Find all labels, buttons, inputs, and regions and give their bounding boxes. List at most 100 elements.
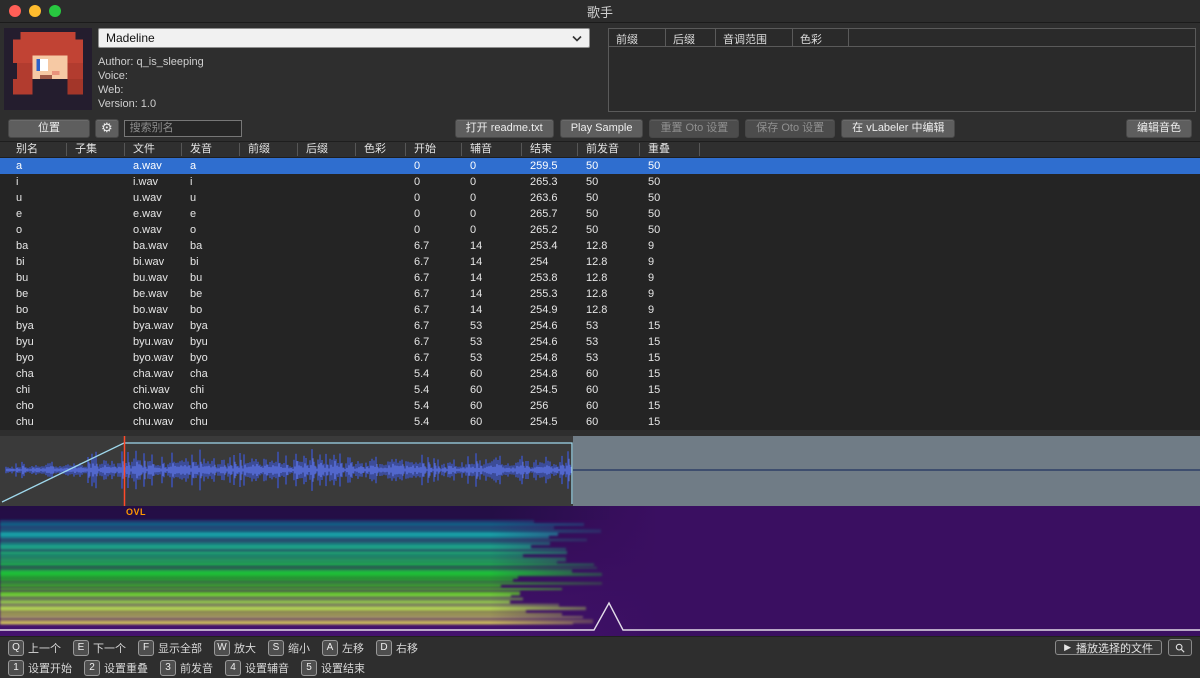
oto-cell: 53 — [586, 336, 599, 348]
oto-cell: 9 — [648, 288, 655, 300]
play-sample-button[interactable]: Play Sample — [559, 118, 644, 138]
window-title: 歌手 — [586, 4, 613, 20]
play-selected-file-label: 播放选择的文件 — [1076, 642, 1153, 655]
oto-column-header-filler — [700, 143, 1200, 156]
oto-cell: be — [190, 288, 203, 300]
oto-row[interactable]: bi bi.wav bi 6.7 14 254 12.8 9 — [0, 254, 1200, 270]
oto-cell: 256 — [530, 400, 549, 412]
oto-cell: 6.7 — [414, 352, 430, 364]
edit-shortcuts: 1 设置开始 2 设置重叠 3 前发音 4 设置辅音 5 设置结束 — [8, 660, 365, 676]
singer-select[interactable]: Madeline — [98, 28, 590, 48]
oto-cell: 60 — [470, 416, 483, 428]
zoom-button[interactable] — [49, 5, 61, 17]
oto-cell: i — [190, 176, 193, 188]
oto-cell: 53 — [470, 352, 483, 364]
minimize-button[interactable] — [29, 5, 41, 17]
edit-in-vlabeler-button[interactable]: 在 vLabeler 中编辑 — [841, 118, 956, 138]
oto-cell: 9 — [648, 240, 655, 252]
oto-table-header: 别名 子集 文件 发音 前缀 后缀 色彩 开始 辅音 结束 前发音 重叠 — [0, 141, 1200, 158]
search-alias-input[interactable] — [123, 119, 242, 137]
oto-cell: u.wav — [133, 192, 162, 204]
shortcut-bar-1: Q 上一个 E 下一个 F 显示全部 W 放大 S 缩小 A 左移 D 右移 ▶ 播放选择的文件 — [0, 636, 1200, 658]
oto-cell: 0 — [414, 208, 421, 220]
oto-row[interactable]: a a.wav a 0 0 259.5 50 50 — [0, 158, 1200, 174]
oto-cell: 9 — [648, 272, 655, 284]
oto-cell: 60 — [586, 416, 599, 428]
oto-cell: 0 — [470, 176, 477, 188]
save-oto-button[interactable]: 保存 Oto 设置 — [745, 118, 836, 138]
oto-row[interactable]: e e.wav e 0 0 265.7 50 50 — [0, 206, 1200, 222]
oto-cell: bi — [190, 256, 199, 268]
oto-column-header: 前缀 — [240, 143, 298, 156]
oto-row[interactable]: u u.wav u 0 0 263.6 50 50 — [0, 190, 1200, 206]
shortcut-label: 放大 — [234, 642, 256, 655]
oto-cell: bu — [190, 272, 203, 284]
oto-cell: 60 — [470, 384, 483, 396]
oto-cell: 254.5 — [530, 416, 558, 428]
oto-row[interactable]: bo bo.wav bo 6.7 14 254.9 12.8 9 — [0, 302, 1200, 318]
edit-color-button[interactable]: 编辑音色 — [1126, 118, 1192, 138]
subbank-column-header: 色彩 — [793, 29, 849, 46]
shortcut-bar-2: 1 设置开始 2 设置重叠 3 前发音 4 设置辅音 5 设置结束 — [0, 658, 1200, 678]
oto-cell: 15 — [648, 416, 661, 428]
oto-row[interactable]: chi chi.wav chi 5.4 60 254.5 60 15 — [0, 382, 1200, 398]
oto-cell: 9 — [648, 304, 655, 316]
keycap-icon: W — [214, 639, 230, 656]
keycap-icon: F — [138, 639, 154, 656]
oto-cell: bya.wav — [133, 320, 174, 332]
oto-cell: 12.8 — [586, 304, 608, 316]
oto-column-header: 开始 — [406, 143, 462, 156]
oto-column-header: 重叠 — [640, 143, 700, 156]
shortcut-a: A 左移 — [322, 639, 364, 656]
settings-button[interactable]: ⚙ — [95, 118, 119, 138]
close-button[interactable] — [9, 5, 21, 17]
oto-cell: cho.wav — [133, 400, 174, 412]
oto-row[interactable]: bya bya.wav bya 6.7 53 254.6 53 15 — [0, 318, 1200, 334]
oto-cell: be — [16, 288, 29, 300]
oto-cell: 60 — [586, 384, 599, 396]
oto-row[interactable]: byu byu.wav byu 6.7 53 254.6 53 15 — [0, 334, 1200, 350]
keycap-icon: 3 — [160, 660, 176, 676]
oto-cell: chu — [16, 416, 34, 428]
oto-cell: 6.7 — [414, 320, 430, 332]
oto-cell: 12.8 — [586, 240, 608, 252]
keycap-icon: 5 — [301, 660, 317, 676]
gear-icon: ⚙ — [101, 120, 113, 135]
oto-cell: 53 — [470, 320, 483, 332]
oto-row[interactable]: ba ba.wav ba 6.7 14 253.4 12.8 9 — [0, 238, 1200, 254]
reset-oto-button[interactable]: 重置 Oto 设置 — [649, 118, 740, 138]
oto-row[interactable]: be be.wav be 6.7 14 255.3 12.8 9 — [0, 286, 1200, 302]
shortcut-1: 1 设置开始 — [8, 660, 72, 676]
oto-cell: 255.3 — [530, 288, 558, 300]
oto-row[interactable]: i i.wav i 0 0 265.3 50 50 — [0, 174, 1200, 190]
oto-row[interactable]: byo byo.wav byo 6.7 53 254.8 53 15 — [0, 350, 1200, 366]
shortcut-label: 前发音 — [180, 663, 213, 675]
open-readme-button[interactable]: 打开 readme.txt — [454, 118, 554, 138]
oto-cell: a — [190, 160, 197, 172]
oto-cell: 259.5 — [530, 160, 558, 172]
oto-cell: 50 — [586, 176, 599, 188]
play-selected-file-button[interactable]: ▶ 播放选择的文件 — [1055, 640, 1162, 655]
spectrogram-view[interactable]: OVL — [0, 506, 1200, 636]
location-button[interactable]: 位置 — [8, 118, 90, 138]
shortcut-e: E 下一个 — [73, 639, 126, 656]
oto-row[interactable]: chu chu.wav chu 5.4 60 254.5 60 15 — [0, 414, 1200, 430]
singer-voice: Voice: — [98, 70, 128, 82]
shortcut-label: 上一个 — [28, 642, 61, 655]
oto-column-header: 发音 — [182, 143, 240, 156]
waveform-view[interactable] — [0, 436, 1200, 506]
oto-actions: 打开 readme.txt Play Sample 重置 Oto 设置 保存 O… — [454, 118, 956, 138]
singer-window: 歌手 Madeline Author: q_is_sleeping Voice:… — [0, 0, 1200, 678]
oto-cell: 253.4 — [530, 240, 558, 252]
oto-row[interactable]: bu bu.wav bu 6.7 14 253.8 12.8 9 — [0, 270, 1200, 286]
shortcut-d: D 右移 — [376, 639, 418, 656]
oto-row[interactable]: cho cho.wav cho 5.4 60 256 60 15 — [0, 398, 1200, 414]
oto-cell: 50 — [586, 208, 599, 220]
keycap-icon: D — [376, 639, 392, 656]
oto-cell: 14 — [470, 288, 483, 300]
oto-cell: e — [16, 208, 23, 220]
magnifier-button[interactable] — [1168, 639, 1192, 656]
oto-cell: bu — [16, 272, 29, 284]
oto-row[interactable]: o o.wav o 0 0 265.2 50 50 — [0, 222, 1200, 238]
oto-row[interactable]: cha cha.wav cha 5.4 60 254.8 60 15 — [0, 366, 1200, 382]
